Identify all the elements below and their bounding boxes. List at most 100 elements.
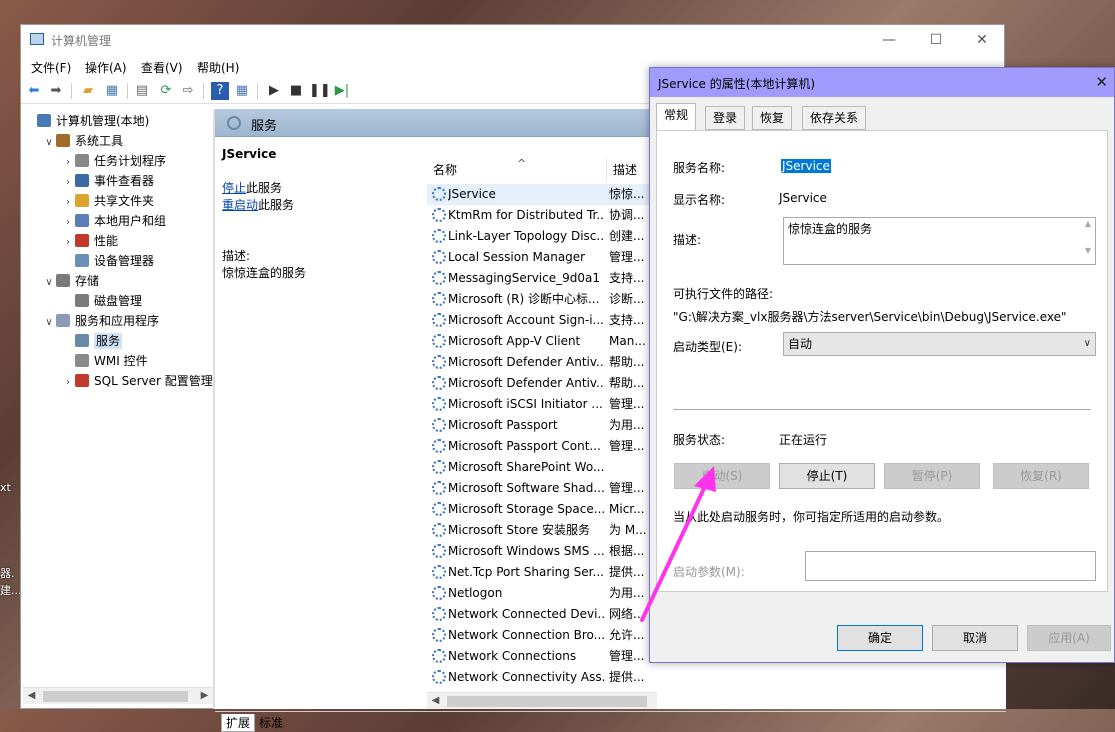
- restart-service-link[interactable]: 重启动: [222, 198, 258, 212]
- service-row[interactable]: Network Connections 管理...: [427, 646, 652, 667]
- menu-file[interactable]: 文件(F): [31, 59, 71, 76]
- service-name-value[interactable]: JService: [781, 159, 831, 173]
- pause-service-icon[interactable]: ❚❚: [309, 82, 331, 100]
- startup-type-select[interactable]: 自动 ∨: [783, 332, 1096, 356]
- chevron-right-icon[interactable]: ›: [61, 213, 75, 233]
- service-row[interactable]: Microsoft Store 安装服务 为 M...: [427, 520, 652, 541]
- tab-general[interactable]: 常规: [656, 103, 697, 131]
- dialog-title-bar[interactable]: JService 的属性(本地计算机) ✕: [650, 68, 1114, 97]
- service-row[interactable]: Microsoft (R) 诊断中心标... 诊断...: [427, 289, 652, 310]
- tree-horizontal-scrollbar[interactable]: ◀ ▶: [23, 687, 213, 704]
- service-row[interactable]: Microsoft Defender Antiv... 帮助...: [427, 373, 652, 394]
- menu-action[interactable]: 操作(A): [85, 59, 127, 76]
- textarea-scrollbar[interactable]: ▲ ▼: [1082, 219, 1094, 263]
- tab-standard[interactable]: 标准: [255, 714, 287, 731]
- service-row[interactable]: MessagingService_9d0a1 支持...: [427, 268, 652, 289]
- menu-help[interactable]: 帮助(H): [197, 59, 239, 76]
- maximize-button[interactable]: ☐: [918, 29, 954, 51]
- chevron-right-icon[interactable]: ›: [61, 373, 75, 393]
- service-row[interactable]: Microsoft Account Sign-i... 支持...: [427, 310, 652, 331]
- service-row[interactable]: Net.Tcp Port Sharing Ser... 提供...: [427, 562, 652, 583]
- resume-button[interactable]: 恢复(R): [993, 463, 1089, 489]
- tab-recovery[interactable]: 恢复: [752, 106, 793, 130]
- service-row[interactable]: Network Connection Bro... 允许...: [427, 625, 652, 646]
- stop-service-link[interactable]: 停止: [222, 181, 246, 195]
- service-row[interactable]: Microsoft iSCSI Initiator ... 管理...: [427, 394, 652, 415]
- tree-item[interactable]: 计算机管理(本地): [23, 111, 149, 131]
- tree-item[interactable]: › SQL Server 配置管理器: [61, 371, 225, 391]
- tree-item[interactable]: ∨ 系统工具: [42, 131, 123, 151]
- tree-item[interactable]: 磁盘管理: [61, 291, 142, 311]
- service-row[interactable]: Link-Layer Topology Disc... 创建...: [427, 226, 652, 247]
- scroll-thumb[interactable]: [447, 696, 647, 707]
- tree-item[interactable]: › 共享文件夹: [61, 191, 154, 211]
- tree-item[interactable]: › 性能: [61, 231, 118, 251]
- service-row[interactable]: Microsoft Passport Cont... 管理...: [427, 436, 652, 457]
- scroll-right-icon[interactable]: ▶: [196, 688, 213, 704]
- chevron-right-icon[interactable]: ›: [61, 193, 75, 213]
- title-bar[interactable]: 计算机管理 — ☐ ✕: [21, 25, 1004, 55]
- scroll-left-icon[interactable]: ◀: [427, 693, 444, 709]
- tree-item[interactable]: › 事件查看器: [61, 171, 154, 191]
- forward-icon[interactable]: ➡: [47, 82, 65, 100]
- tree-item[interactable]: › 本地用户和组: [61, 211, 166, 231]
- start-service-icon[interactable]: ▶: [265, 82, 283, 100]
- start-params-input[interactable]: [805, 551, 1096, 581]
- tree-item[interactable]: WMI 控件: [61, 351, 148, 371]
- chevron-right-icon[interactable]: ›: [61, 233, 75, 253]
- dialog-close-icon[interactable]: ✕: [1095, 73, 1108, 91]
- minimize-button[interactable]: —: [871, 29, 907, 51]
- description-label: 描述:: [222, 249, 251, 263]
- ok-button[interactable]: 确定: [837, 625, 923, 651]
- chevron-down-icon[interactable]: ∨: [42, 133, 56, 153]
- services-horizontal-scrollbar[interactable]: ◀: [427, 692, 657, 709]
- tab-dependencies[interactable]: 依存关系: [802, 106, 867, 130]
- properties-icon[interactable]: ▤: [133, 82, 151, 100]
- service-row[interactable]: Netlogon 为用...: [427, 583, 652, 604]
- chevron-down-icon[interactable]: ∨: [42, 273, 56, 293]
- tab-extended[interactable]: 扩展: [221, 714, 256, 732]
- scroll-left-icon[interactable]: ◀: [23, 688, 40, 704]
- show-tree-icon[interactable]: ▦: [103, 82, 121, 100]
- tree-item[interactable]: 服务: [61, 331, 123, 351]
- scroll-thumb[interactable]: [43, 691, 188, 702]
- cancel-button[interactable]: 取消: [932, 625, 1018, 651]
- tab-logon[interactable]: 登录: [705, 106, 746, 130]
- back-icon[interactable]: ⬅: [25, 82, 43, 100]
- service-row[interactable]: Network Connectivity Ass... 提供...: [427, 667, 652, 688]
- service-row[interactable]: Microsoft App-V Client Man...: [427, 331, 652, 352]
- column-header-name[interactable]: 名称 ^: [427, 157, 607, 181]
- display-name-value[interactable]: JService: [779, 191, 827, 205]
- tree-item[interactable]: › 任务计划程序: [61, 151, 166, 171]
- tree-item[interactable]: ∨ 服务和应用程序: [42, 311, 159, 331]
- restart-service-icon[interactable]: ▶|: [333, 82, 351, 100]
- chevron-right-icon[interactable]: ›: [61, 153, 75, 173]
- chevron-right-icon[interactable]: ›: [61, 173, 75, 193]
- tree-item[interactable]: ∨ 存储: [42, 271, 99, 291]
- service-row[interactable]: Microsoft Software Shad... 管理...: [427, 478, 652, 499]
- service-row[interactable]: Microsoft Passport 为用...: [427, 415, 652, 436]
- service-row[interactable]: Microsoft Defender Antiv... 帮助...: [427, 352, 652, 373]
- export-icon[interactable]: ⇨: [179, 82, 197, 100]
- stop-button[interactable]: 停止(T): [779, 463, 875, 489]
- service-row[interactable]: Network Connected Devi... 网络...: [427, 604, 652, 625]
- chevron-down-icon[interactable]: ∨: [42, 313, 56, 333]
- up-folder-icon[interactable]: ▰: [79, 82, 97, 100]
- stop-service-icon[interactable]: ■: [287, 82, 305, 100]
- console-icon[interactable]: ▦: [233, 82, 251, 100]
- service-row[interactable]: Microsoft Windows SMS ... 根据...: [427, 541, 652, 562]
- close-button[interactable]: ✕: [964, 29, 1000, 51]
- service-row[interactable]: Microsoft SharePoint Wo...: [427, 457, 652, 478]
- start-button[interactable]: 启动(S): [674, 463, 770, 489]
- refresh-icon[interactable]: ⟳: [157, 82, 175, 100]
- service-row[interactable]: JService 惊惊...: [427, 184, 652, 205]
- pause-button[interactable]: 暂停(P): [884, 463, 980, 489]
- tree-item[interactable]: 设备管理器: [61, 251, 154, 271]
- description-field[interactable]: 惊惊连盒的服务 ▲ ▼: [783, 217, 1096, 265]
- help-icon[interactable]: ?: [211, 82, 229, 100]
- menu-view[interactable]: 查看(V): [141, 59, 183, 76]
- service-row[interactable]: Local Session Manager 管理...: [427, 247, 652, 268]
- apply-button[interactable]: 应用(A): [1027, 625, 1111, 651]
- service-row[interactable]: KtmRm for Distributed Tr... 协调...: [427, 205, 652, 226]
- service-row[interactable]: Microsoft Storage Space... Micr...: [427, 499, 652, 520]
